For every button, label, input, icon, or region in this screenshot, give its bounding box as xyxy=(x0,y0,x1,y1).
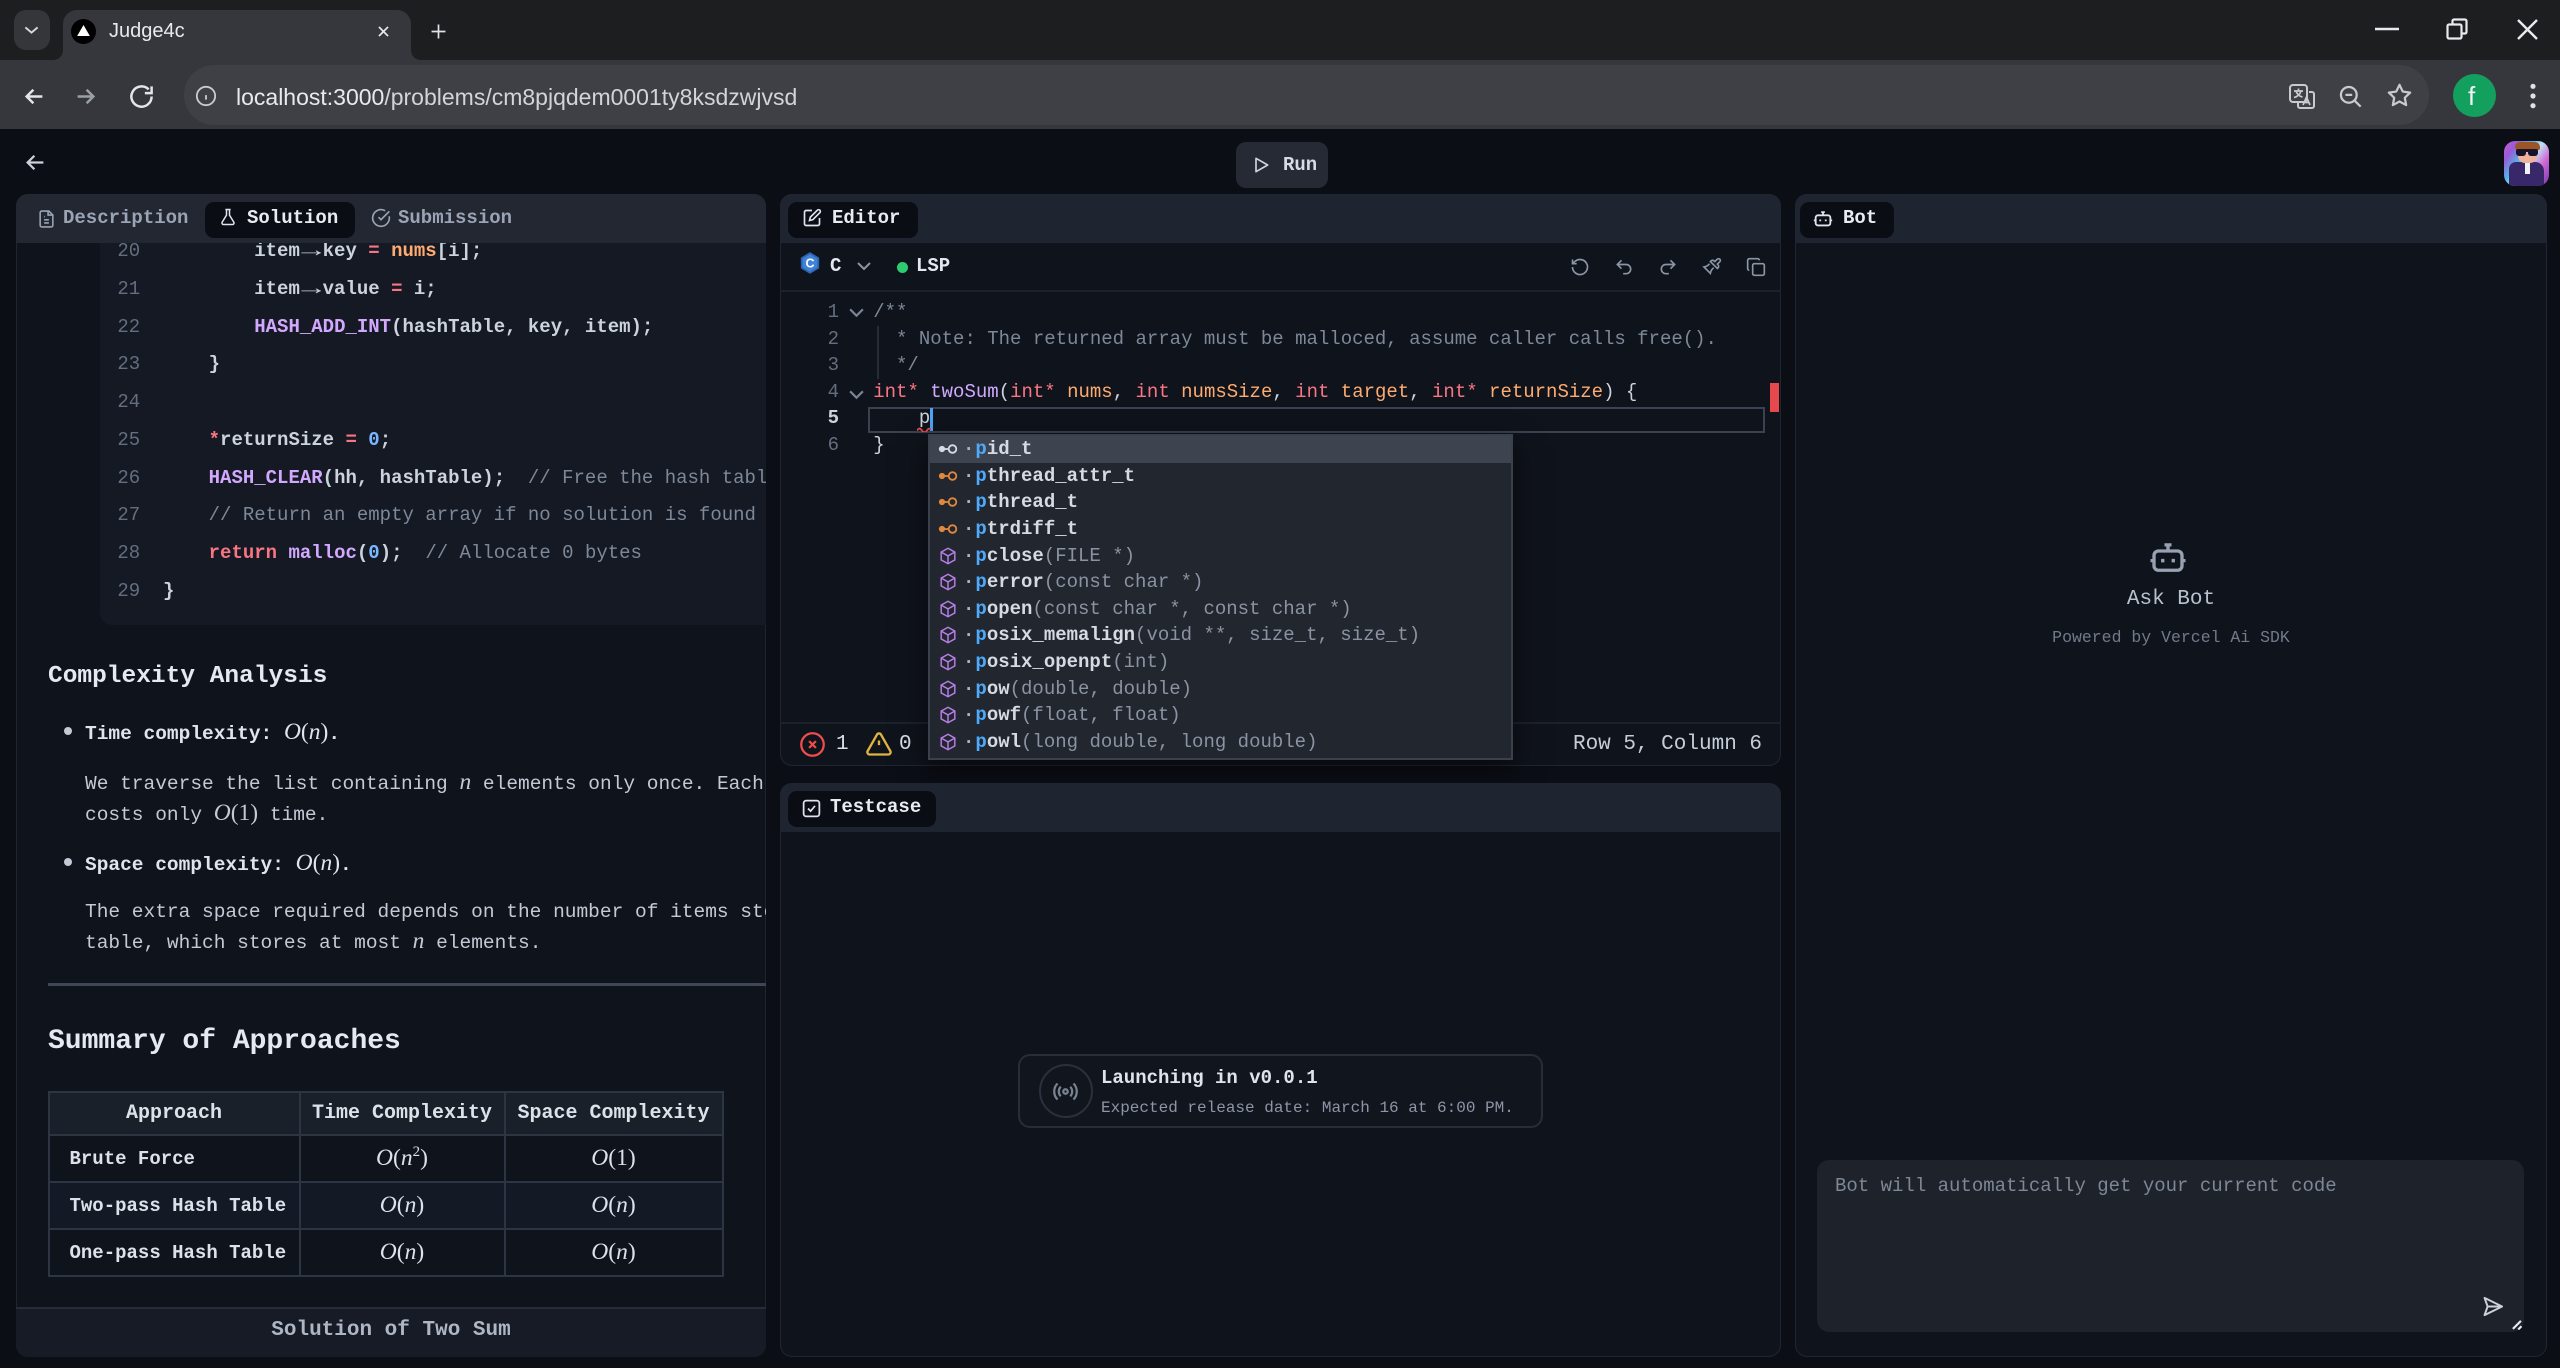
svg-text:C: C xyxy=(805,257,814,271)
